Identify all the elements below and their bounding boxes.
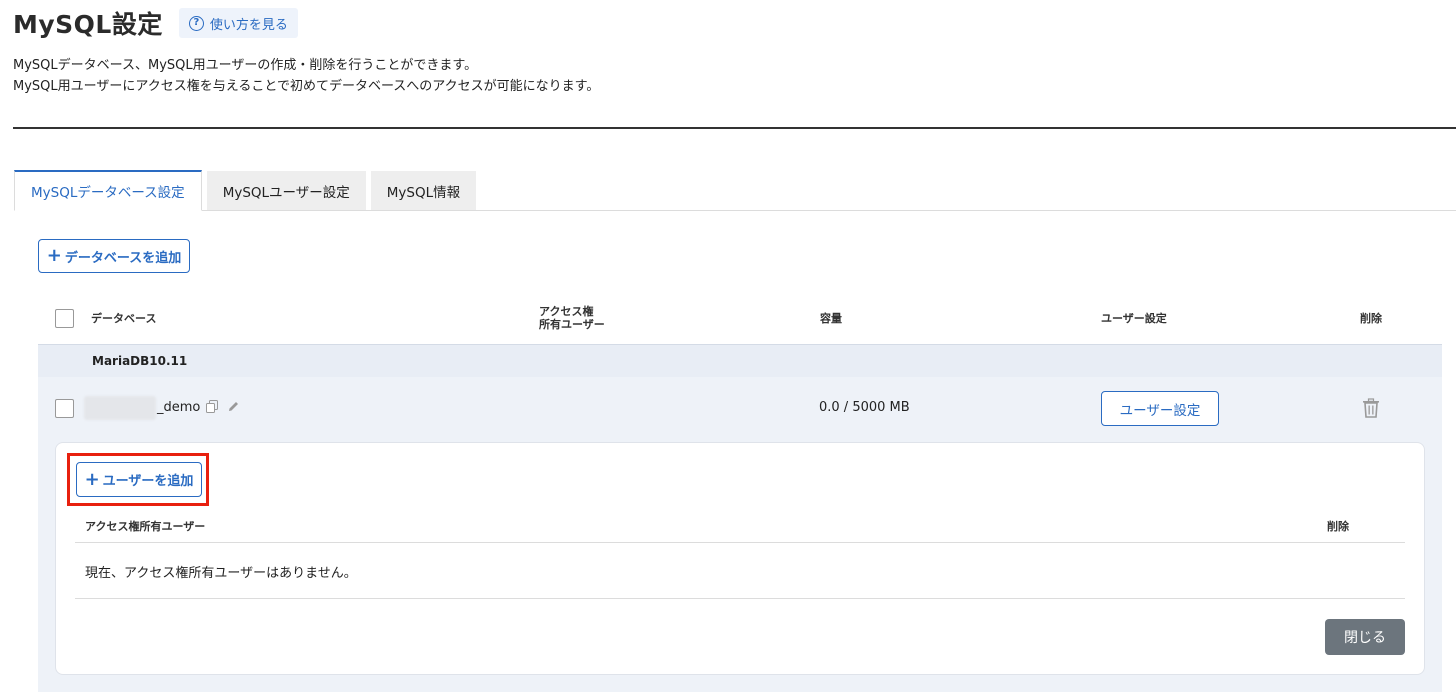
page-header: MySQL設定 ? 使い方を見る xyxy=(13,6,298,40)
add-user-button[interactable]: + ユーザーを追加 xyxy=(76,462,202,497)
tab-bar: MySQLデータベース設定 MySQLユーザー設定 MySQL情報 xyxy=(14,170,1456,211)
copy-icon[interactable] xyxy=(206,400,218,416)
add-database-label: データベースを追加 xyxy=(64,250,182,266)
column-header-access: アクセス権 所有ユーザー xyxy=(539,305,605,331)
close-button[interactable]: 閉じる xyxy=(1325,619,1405,655)
column-header-access-line2: 所有ユーザー xyxy=(539,318,605,331)
tab-database-settings[interactable]: MySQLデータベース設定 xyxy=(14,170,202,211)
plus-icon: + xyxy=(84,468,100,490)
pencil-icon[interactable] xyxy=(227,400,240,416)
row-checkbox[interactable] xyxy=(55,399,74,418)
column-header-database: データベース xyxy=(91,312,157,325)
access-users-panel xyxy=(55,442,1425,675)
header-divider xyxy=(13,127,1456,129)
description-line-2: MySQL用ユーザーにアクセス権を与えることで初めてデータベースへのアクセスが可… xyxy=(13,79,600,94)
column-header-delete: 削除 xyxy=(1360,312,1382,325)
tab-mysql-info[interactable]: MySQL情報 xyxy=(370,171,477,210)
group-label: MariaDB10.11 xyxy=(92,354,188,368)
add-user-label: ユーザーを追加 xyxy=(102,474,194,489)
panel-header-delete: 削除 xyxy=(1327,520,1349,533)
database-capacity: 0.0 / 5000 MB xyxy=(819,400,910,415)
redacted-db-prefix xyxy=(84,396,156,420)
panel-body-divider xyxy=(75,598,1405,599)
empty-message: 現在、アクセス権所有ユーザーはありません。 xyxy=(85,566,357,581)
database-name: _demo xyxy=(157,400,201,415)
plus-icon: + xyxy=(46,245,62,266)
question-icon: ? xyxy=(188,15,204,31)
help-link-label: 使い方を見る xyxy=(209,17,288,33)
page-title: MySQL設定 xyxy=(13,10,163,39)
column-header-capacity: 容量 xyxy=(820,312,842,325)
add-database-button[interactable]: + データベースを追加 xyxy=(38,239,190,273)
column-header-access-line1: アクセス権 xyxy=(539,305,594,318)
column-header-user-settings: ユーザー設定 xyxy=(1101,312,1167,325)
user-settings-button[interactable]: ユーザー設定 xyxy=(1101,391,1219,426)
description-line-1: MySQLデータベース、MySQL用ユーザーの作成・削除を行うことができます。 xyxy=(13,58,478,73)
select-all-checkbox[interactable] xyxy=(55,309,74,328)
group-row: MariaDB10.11 xyxy=(38,344,1442,377)
page-description: MySQLデータベース、MySQL用ユーザーの作成・削除を行うことができます。 … xyxy=(13,55,599,97)
trash-icon[interactable] xyxy=(1362,398,1380,418)
panel-header-access-users: アクセス権所有ユーザー xyxy=(85,520,206,533)
panel-header-divider xyxy=(75,542,1405,543)
help-link[interactable]: ? 使い方を見る xyxy=(178,8,298,38)
tab-user-settings[interactable]: MySQLユーザー設定 xyxy=(206,171,366,210)
